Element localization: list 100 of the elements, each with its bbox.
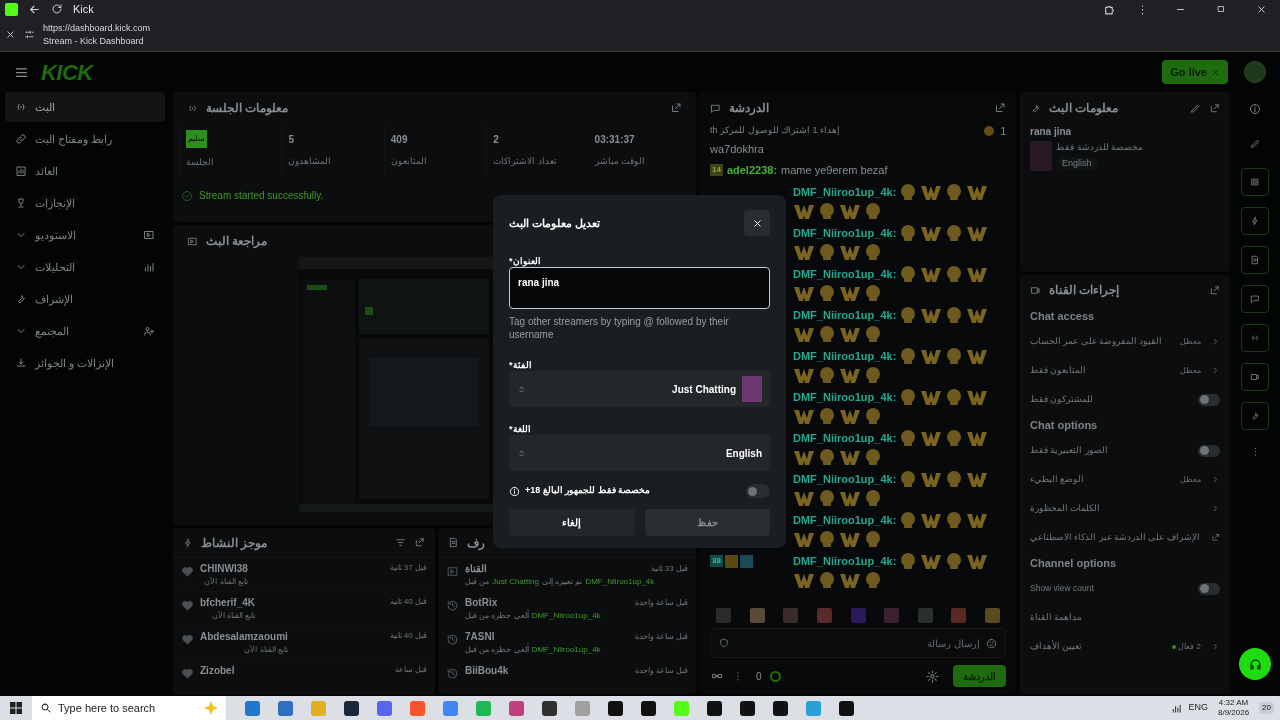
emote-icon [818, 530, 836, 548]
kick-logo[interactable]: KICK [41, 55, 93, 89]
emote-thumbnail[interactable] [816, 607, 832, 623]
emote-thumbnail[interactable] [985, 607, 1000, 623]
setting-row[interactable]: المتابعون فقط معطل [1030, 356, 1220, 385]
subscriber-badge: 38 [710, 555, 723, 567]
expand-icon [414, 537, 425, 548]
emote-icon [818, 325, 836, 343]
sidebar-item[interactable]: العائد [5, 156, 165, 186]
sidebar-item[interactable]: رابط ومفتاح البث [5, 124, 165, 154]
tool-button[interactable] [1241, 285, 1269, 313]
sidebar-item[interactable]: البث [5, 92, 165, 122]
setting-row[interactable]: الكلمات المحظورة [1030, 494, 1220, 523]
nav-icon [15, 101, 27, 113]
filter-button[interactable] [395, 537, 406, 548]
title-input[interactable]: rana jina [509, 267, 770, 309]
setting-row[interactable]: الصور التعبيرية فقط [1030, 436, 1220, 465]
emote-icon [839, 530, 861, 548]
setting-row[interactable]: مداهمة القناة [1030, 603, 1220, 632]
chat-username: DMF_Niiroo1up_4k: [793, 512, 897, 528]
category-icon [446, 565, 459, 578]
settings-icon [926, 669, 939, 683]
emote-icon [839, 202, 861, 220]
setting-row[interactable]: الإشراف على الدردشة عبر الذكاء الاصطناعي [1030, 523, 1220, 552]
emote-thumbnail[interactable] [749, 607, 765, 623]
emote-icon [966, 265, 989, 283]
expand-button[interactable] [670, 102, 682, 114]
language-select[interactable]: English [509, 435, 770, 471]
toggle-switch[interactable] [746, 484, 770, 498]
support-button[interactable] [1239, 648, 1271, 680]
document-icon [448, 537, 459, 548]
setting-row[interactable]: Show view count [1030, 574, 1220, 603]
timestamp: قبل ساعة واحدة [634, 631, 688, 643]
close-button[interactable] [5, 29, 16, 40]
emote-icon [793, 571, 815, 589]
search-field[interactable]: Type here to search [58, 699, 198, 717]
toggle-switch[interactable] [1198, 444, 1220, 457]
cancel-button[interactable]: إلغاء [509, 509, 635, 536]
sidebar-item[interactable]: الإنجازات [5, 188, 165, 218]
expand-button[interactable] [1209, 284, 1220, 296]
close-icon [1256, 3, 1267, 15]
emote-thumbnail[interactable] [917, 607, 933, 623]
notification-count[interactable]: 20 [1259, 702, 1274, 714]
points-count: 0 [756, 669, 762, 684]
emote-icon [793, 407, 815, 425]
chat-input[interactable]: إرسال رسالة [710, 628, 1006, 658]
history-icon [446, 599, 459, 612]
expand-button[interactable] [1209, 102, 1220, 114]
emote-thumbnail[interactable] [783, 607, 799, 623]
category-name: مخصصة للدردشة فقط [1056, 141, 1143, 154]
toggle-switch[interactable] [1198, 582, 1220, 595]
emote-thumbnail[interactable] [716, 607, 731, 623]
chat-username: DMF_Niiroo1up_4k: [793, 389, 897, 405]
reload-button[interactable] [51, 3, 63, 15]
setting-row[interactable]: تعيين الأهداف 2 فعال [1030, 632, 1220, 661]
chat-username: DMF_Niiroo1up_4k: [793, 307, 897, 323]
setting-label: الوضع البطيء [1030, 473, 1085, 486]
info-icon [1249, 103, 1261, 115]
timestamp: قبل 33 ثانية [650, 563, 688, 575]
category-select[interactable]: Just Chatting [509, 371, 770, 407]
tool-button[interactable] [1241, 168, 1269, 196]
close-button[interactable] [1256, 3, 1267, 15]
sidebar-item[interactable]: الإشراف [5, 284, 165, 314]
tool-button[interactable] [1241, 246, 1269, 274]
category-thumbnail [742, 376, 762, 402]
sidebar-item[interactable]: الاستوديو [5, 220, 165, 250]
sidebar-item[interactable]: المجتمع [5, 316, 165, 346]
setting-value: 2 فعال [1178, 640, 1201, 653]
toggle-switch[interactable] [1198, 393, 1220, 406]
maximize-button[interactable] [1216, 4, 1226, 14]
search-bar[interactable]: Type here to search [32, 696, 226, 720]
emote-thumbnail[interactable] [951, 607, 967, 623]
sidebar-item[interactable]: التحليلات [5, 252, 165, 282]
nav-icon [15, 293, 27, 305]
edit-icon [1190, 102, 1201, 114]
chat-username: DMF_Niiroo1up_4k: [793, 348, 897, 364]
nav-icon [15, 133, 27, 145]
tool-button[interactable] [1241, 363, 1269, 391]
emote-thumbnail[interactable] [884, 607, 900, 623]
message-field[interactable]: إرسال رسالة [735, 635, 980, 651]
expand-icon [1209, 102, 1220, 114]
emote-icon [839, 407, 861, 425]
expand-button[interactable] [994, 102, 1006, 114]
expand-button[interactable] [414, 537, 425, 548]
adult-only-label: +مخصصة فقط للجمهور البالغ 18 [525, 484, 651, 498]
setting-row[interactable]: للمشتركون فقط [1030, 385, 1220, 414]
close-icon [5, 29, 16, 40]
setting-row[interactable]: الوضع البطيء معطل [1030, 465, 1220, 494]
headset-icon [1247, 656, 1263, 672]
chat-icon [710, 102, 721, 114]
close-icon [751, 217, 763, 229]
edit-button[interactable] [1190, 102, 1201, 114]
settings-button[interactable] [926, 669, 939, 683]
username: Zizobel [200, 664, 235, 677]
chat-username: DMF_Niiroo1up_4k: [793, 471, 897, 487]
emote-thumbnail[interactable] [850, 607, 866, 623]
setting-row[interactable]: القيود المفروضة على عمر الحساب معطل [1030, 327, 1220, 356]
emote-icon [899, 224, 918, 242]
sidebar-item[interactable]: الإنزالات و الجوائز [5, 348, 165, 378]
emote-icon [920, 511, 943, 529]
